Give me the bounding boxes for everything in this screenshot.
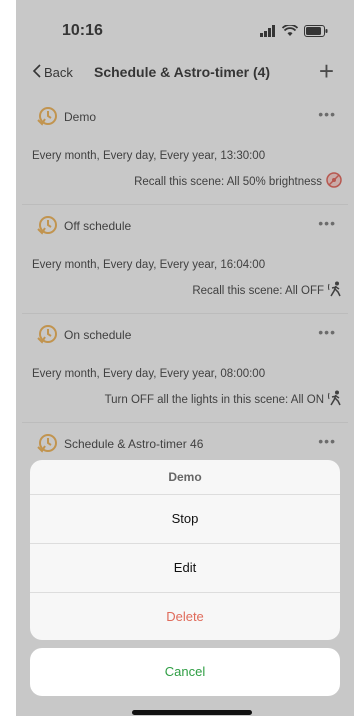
cancel-button[interactable]: Cancel	[30, 648, 340, 696]
phone-screen: 10:16 Back Schedule & Astro-timer (4) +	[16, 0, 354, 716]
stop-button[interactable]: Stop	[30, 495, 340, 544]
sheet-title: Demo	[30, 460, 340, 495]
action-sheet: Demo Stop Edit Delete	[30, 460, 340, 640]
edit-button[interactable]: Edit	[30, 544, 340, 593]
delete-button[interactable]: Delete	[30, 593, 340, 640]
home-indicator	[132, 710, 252, 715]
